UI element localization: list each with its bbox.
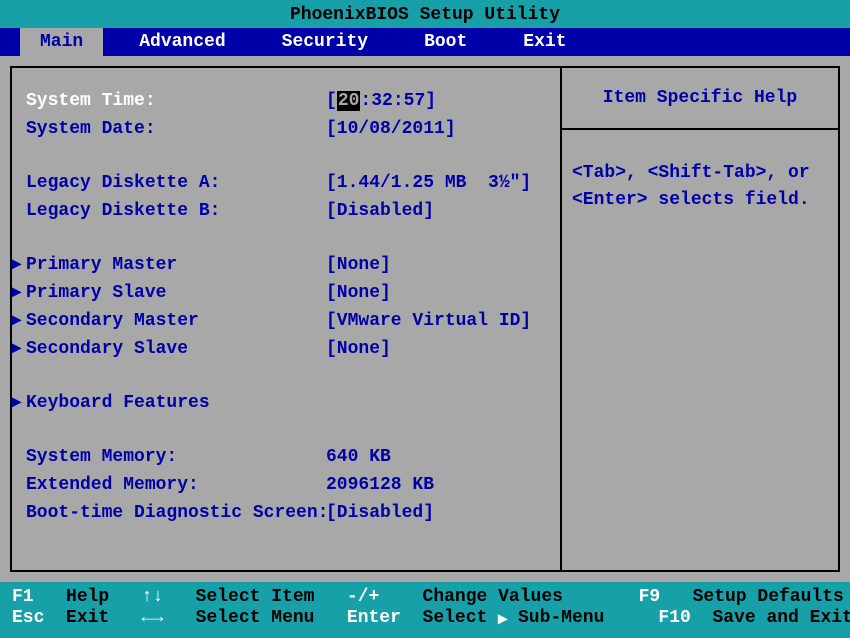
time-mm[interactable]: 32 [371, 91, 393, 111]
row-secondary-master[interactable]: Secondary Master [VMware Virtual ID] [26, 308, 546, 334]
secondary-master-value[interactable]: [VMware Virtual ID] [326, 308, 531, 334]
key-f1: F1 [12, 587, 34, 607]
menu-security[interactable]: Security [254, 28, 396, 56]
menu-advanced[interactable]: Advanced [111, 28, 253, 56]
diskette-b-label: Legacy Diskette B: [26, 198, 326, 224]
main-area: System Time: [20:32:57] System Date: [10… [0, 56, 850, 582]
row-primary-master[interactable]: Primary Master [None] [26, 252, 546, 278]
label-submenu: Sub-Menu [518, 608, 604, 630]
help-panel: Item Specific Help <Tab>, <Shift-Tab>, o… [562, 66, 840, 572]
key-updown: ↑↓ [142, 587, 164, 607]
keyboard-features-label: Keyboard Features [26, 390, 326, 416]
row-diskette-a[interactable]: Legacy Diskette A: [1.44/1.25 MB 3½"] [26, 170, 546, 196]
secondary-slave-value[interactable]: [None] [326, 336, 391, 362]
menu-bar: Main Advanced Security Boot Exit [0, 28, 850, 56]
primary-master-label: Primary Master [26, 252, 326, 278]
key-esc: Esc [12, 608, 44, 630]
help-title: Item Specific Help [603, 88, 797, 108]
label-change-values: Change Values [423, 587, 563, 607]
system-memory-label: System Memory: [26, 444, 326, 470]
row-boot-diag[interactable]: Boot-time Diagnostic Screen: [Disabled] [26, 500, 546, 526]
menu-main[interactable]: Main [20, 28, 103, 56]
help-title-box: Item Specific Help [562, 68, 838, 130]
primary-slave-value[interactable]: [None] [326, 280, 391, 306]
diskette-a-label: Legacy Diskette A: [26, 170, 326, 196]
content-frame: System Time: [20:32:57] System Date: [10… [10, 66, 562, 572]
key-plusminus: -/+ [347, 587, 379, 607]
label-save-exit: Save and Exit [712, 608, 850, 630]
system-date-value[interactable]: [10/08/2011] [326, 116, 456, 142]
key-f9: F9 [639, 587, 661, 607]
secondary-master-label: Secondary Master [26, 308, 326, 334]
footer-bar: F1 Help ↑↓ Select Item -/+ Change Values… [0, 582, 850, 638]
submenu-marker-icon: ▸ [498, 608, 518, 630]
system-time-value[interactable]: [20:32:57] [326, 88, 436, 114]
spacer [26, 226, 546, 250]
row-extended-memory: Extended Memory: 2096128 KB [26, 472, 546, 498]
time-hh[interactable]: 20 [337, 91, 361, 111]
label-exit: Exit [66, 608, 109, 630]
row-primary-slave[interactable]: Primary Slave [None] [26, 280, 546, 306]
footer-row-1: F1 Help ↑↓ Select Item -/+ Change Values… [12, 587, 838, 607]
spacer [26, 418, 546, 442]
primary-slave-label: Primary Slave [26, 280, 326, 306]
key-enter: Enter [347, 608, 401, 630]
diskette-a-value[interactable]: [1.44/1.25 MB 3½"] [326, 170, 531, 196]
label-help: Help [66, 587, 109, 607]
spacer [26, 364, 546, 388]
spacer [26, 144, 546, 168]
help-body: <Tab>, <Shift-Tab>, or <Enter> selects f… [562, 130, 838, 570]
key-f10: F10 [658, 608, 690, 630]
system-memory-value: 640 KB [326, 444, 391, 470]
row-system-date[interactable]: System Date: [10/08/2011] [26, 116, 546, 142]
utility-title: PhoenixBIOS Setup Utility [290, 5, 560, 25]
system-date-label: System Date: [26, 116, 326, 142]
key-leftright: ←→ [142, 608, 164, 630]
system-time-label: System Time: [26, 88, 326, 114]
boot-diag-value[interactable]: [Disabled] [326, 500, 434, 526]
menu-boot[interactable]: Boot [396, 28, 495, 56]
primary-master-value[interactable]: [None] [326, 252, 391, 278]
row-system-time[interactable]: System Time: [20:32:57] [26, 88, 546, 114]
label-select: Select [423, 608, 488, 630]
label-setup-defaults: Setup Defaults [693, 587, 844, 607]
row-system-memory: System Memory: 640 KB [26, 444, 546, 470]
row-keyboard-features[interactable]: Keyboard Features [26, 390, 546, 416]
label-select-item: Select Item [196, 587, 315, 607]
footer-row-2: Esc Exit ←→ Select Menu Enter Select ▸ S… [12, 608, 838, 630]
boot-diag-label: Boot-time Diagnostic Screen: [26, 500, 326, 526]
row-secondary-slave[interactable]: Secondary Slave [None] [26, 336, 546, 362]
row-diskette-b[interactable]: Legacy Diskette B: [Disabled] [26, 198, 546, 224]
bios-screen: PhoenixBIOS Setup Utility Main Advanced … [0, 0, 850, 638]
secondary-slave-label: Secondary Slave [26, 336, 326, 362]
extended-memory-label: Extended Memory: [26, 472, 326, 498]
diskette-b-value[interactable]: [Disabled] [326, 198, 434, 224]
time-ss[interactable]: 57 [404, 91, 426, 111]
menu-exit[interactable]: Exit [495, 28, 594, 56]
title-bar: PhoenixBIOS Setup Utility [0, 0, 850, 28]
label-select-menu: Select Menu [196, 608, 315, 630]
extended-memory-value: 2096128 KB [326, 472, 434, 498]
